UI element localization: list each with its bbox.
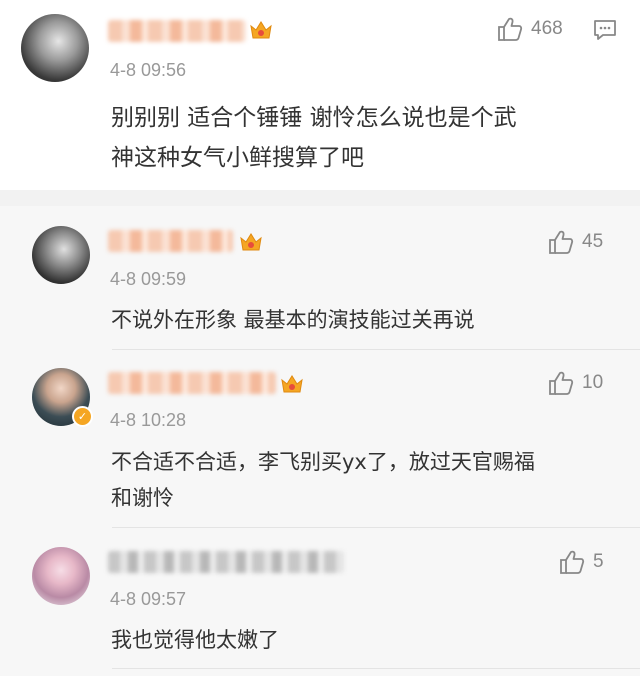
like-icon [560, 550, 585, 574]
main-comment: 4-8 09:56 别别别 适合个锤锤 谢怜怎么说也是个武 神这种女气小鲜搜算了… [0, 0, 640, 190]
like-count: 468 [531, 18, 563, 39]
comment-time: 4-8 09:56 [110, 60, 187, 80]
crown-icon [250, 21, 272, 39]
username-blurred[interactable] [108, 372, 276, 394]
like-count: 45 [582, 231, 604, 252]
reply-text-line1: 不合适不合适，李飞别买yx了，放过天官赐福 [111, 450, 535, 474]
section-gap [0, 190, 640, 206]
reply-text-line2: 和谢怜 [111, 486, 174, 510]
reply-text-line1: 不说外在形象 最基本的演技能过关再说 [111, 308, 475, 332]
like-button[interactable]: 10 [548, 370, 603, 396]
avatar[interactable] [21, 14, 89, 82]
like-button[interactable]: 468 [497, 16, 563, 42]
reply-time: 4-8 10:28 [110, 410, 187, 430]
avatar[interactable] [32, 547, 90, 605]
comment-text-line1: 别别别 适合个锤锤 谢怜怎么说也是个武 [111, 105, 517, 131]
like-button[interactable]: 45 [548, 229, 603, 255]
like-icon [549, 371, 574, 395]
crown-icon [240, 233, 262, 251]
divider [112, 527, 640, 528]
comment-icon[interactable] [593, 19, 617, 41]
username-blurred[interactable] [108, 230, 233, 252]
like-button[interactable]: 5 [559, 549, 604, 575]
divider [112, 668, 640, 669]
username-blurred[interactable] [108, 20, 246, 42]
verified-badge-icon: ✓ [72, 406, 93, 427]
replies-section [0, 206, 640, 676]
reply-text-line1: 我也觉得他太嫩了 [111, 628, 279, 652]
comment-text-line2: 神这种女气小鲜搜算了吧 [111, 145, 364, 171]
like-icon [549, 230, 574, 254]
crown-icon [281, 375, 303, 393]
username-blurred[interactable] [108, 551, 344, 573]
like-count: 5 [593, 551, 604, 572]
avatar[interactable] [32, 226, 90, 284]
reply-time: 4-8 09:57 [110, 589, 187, 609]
like-icon [498, 17, 523, 41]
like-count: 10 [582, 372, 604, 393]
reply-time: 4-8 09:59 [110, 269, 187, 289]
divider [112, 349, 640, 350]
